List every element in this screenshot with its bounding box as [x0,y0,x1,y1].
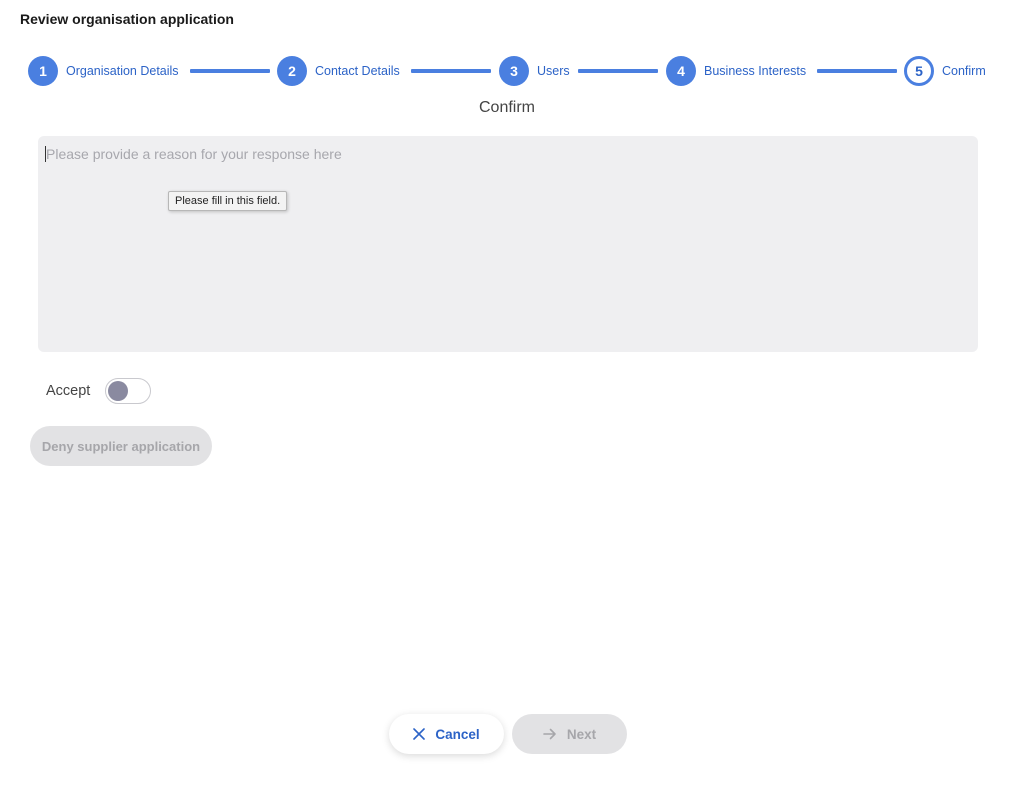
cancel-label: Cancel [435,726,480,742]
deny-supplier-button[interactable]: Deny supplier application [30,426,212,466]
step-4-label[interactable]: Business Interests [704,64,806,78]
next-label: Next [566,726,597,742]
dialog-title: Review organisation application [20,11,234,27]
step-1-circle[interactable]: 1 [28,56,58,86]
step-connector [578,69,658,73]
accept-label: Accept [46,383,91,399]
cancel-button[interactable]: Cancel [389,714,504,754]
step-4-circle[interactable]: 4 [666,56,696,86]
section-heading: Confirm [478,99,535,116]
next-button[interactable]: Next [512,714,627,754]
close-icon [413,728,426,740]
step-connector [411,69,491,73]
accept-toggle[interactable] [105,378,151,404]
step-connector [190,69,270,73]
step-3-circle[interactable]: 3 [499,56,529,86]
text-caret [45,146,46,162]
step-2-label[interactable]: Contact Details [315,64,400,78]
arrow-right-icon [543,728,557,740]
step-5-circle[interactable]: 5 [904,56,934,86]
validation-tooltip: Please fill in this field. [168,191,288,211]
reason-input[interactable] [38,136,978,352]
step-connector [817,69,897,73]
step-3-label[interactable]: Users [537,64,570,78]
step-2-circle[interactable]: 2 [277,56,307,86]
step-5-label[interactable]: Confirm [942,64,986,78]
reason-field-container [38,136,978,352]
step-1-label[interactable]: Organisation Details [66,64,179,78]
stepper: 1 Organisation Details 2 Contact Details… [0,55,1014,89]
toggle-knob [108,381,128,401]
